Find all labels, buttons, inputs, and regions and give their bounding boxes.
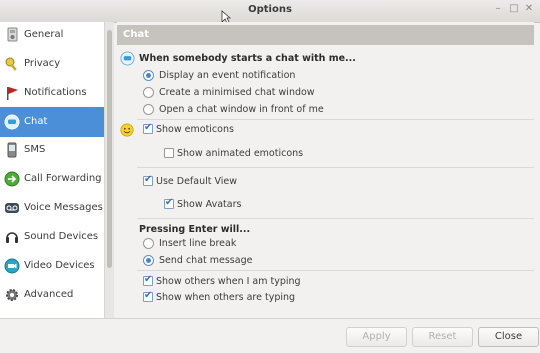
- maximize-button[interactable]: □: [509, 4, 519, 14]
- close-button[interactable]: Close: [478, 327, 539, 347]
- checkbox-checked[interactable]: [143, 290, 153, 302]
- radio-button-selected[interactable]: [143, 70, 154, 81]
- sidebar-item-video-devices[interactable]: Video Devices: [0, 252, 104, 281]
- sidebar-item-call-forwarding[interactable]: Call Forwarding: [0, 165, 104, 194]
- dialog-footer: Apply Reset Close: [0, 318, 540, 353]
- sidebar-item-voice-messages[interactable]: Voice Messages: [0, 194, 104, 223]
- privacy-icon: [5, 57, 17, 71]
- reset-button[interactable]: Reset: [412, 327, 473, 347]
- call-forwarding-icon: [4, 171, 20, 187]
- chat-settings-panel: Chat When somebody starts a chat with me…: [117, 22, 534, 318]
- sound-devices-icon: [6, 232, 18, 243]
- sidebar-item-chat[interactable]: Chat: [0, 107, 104, 137]
- section-header: Chat: [117, 25, 534, 45]
- radio-button-selected[interactable]: [143, 255, 154, 266]
- checkbox[interactable]: [164, 148, 174, 158]
- chat-start-icon: [120, 51, 135, 66]
- minimize-button[interactable]: –: [493, 4, 503, 14]
- close-window-button[interactable]: ✕: [524, 4, 534, 14]
- divider: [137, 218, 534, 219]
- sidebar-item-privacy[interactable]: Privacy: [0, 50, 104, 79]
- apply-button[interactable]: Apply: [346, 327, 407, 347]
- pressing-enter-title: Pressing Enter will...: [139, 224, 251, 235]
- sidebar-item-notifications[interactable]: Notifications: [0, 79, 104, 108]
- sidebar-item-sound-devices[interactable]: Sound Devices: [0, 223, 104, 252]
- radio-button[interactable]: [143, 238, 154, 249]
- sidebar-item-sms[interactable]: SMS: [0, 136, 104, 165]
- sidebar-item-advanced[interactable]: Advanced: [0, 281, 104, 310]
- radio-button[interactable]: [143, 87, 154, 98]
- voice-messages-icon: [5, 203, 19, 213]
- video-devices-icon: [4, 258, 20, 274]
- window-title: Options: [248, 4, 292, 15]
- radio-button[interactable]: [143, 104, 154, 115]
- checkbox-checked[interactable]: [143, 122, 153, 134]
- sidebar-item-general[interactable]: General: [0, 22, 104, 50]
- sidebar: General Privacy Notifications Chat SMS C…: [0, 22, 104, 318]
- divider: [137, 119, 534, 120]
- chat-icon: [4, 114, 20, 130]
- sms-icon: [7, 142, 17, 158]
- divider: [137, 167, 534, 168]
- start-chat-title: When somebody starts a chat with me...: [139, 53, 356, 64]
- notifications-icon: [7, 87, 18, 100]
- section-header-title: Chat: [123, 29, 149, 40]
- sidebar-scrollbar[interactable]: [104, 22, 114, 318]
- checkbox-checked[interactable]: [143, 174, 153, 186]
- advanced-icon: [6, 289, 18, 301]
- divider: [137, 270, 534, 271]
- sidebar-scrollbar-thumb[interactable]: [107, 30, 112, 268]
- emoticon-smiley-icon: [120, 123, 134, 137]
- title-bar: Options – □ ✕: [0, 0, 540, 24]
- checkbox-checked[interactable]: [143, 274, 153, 286]
- general-icon: [7, 27, 18, 42]
- checkbox-checked[interactable]: [164, 197, 174, 209]
